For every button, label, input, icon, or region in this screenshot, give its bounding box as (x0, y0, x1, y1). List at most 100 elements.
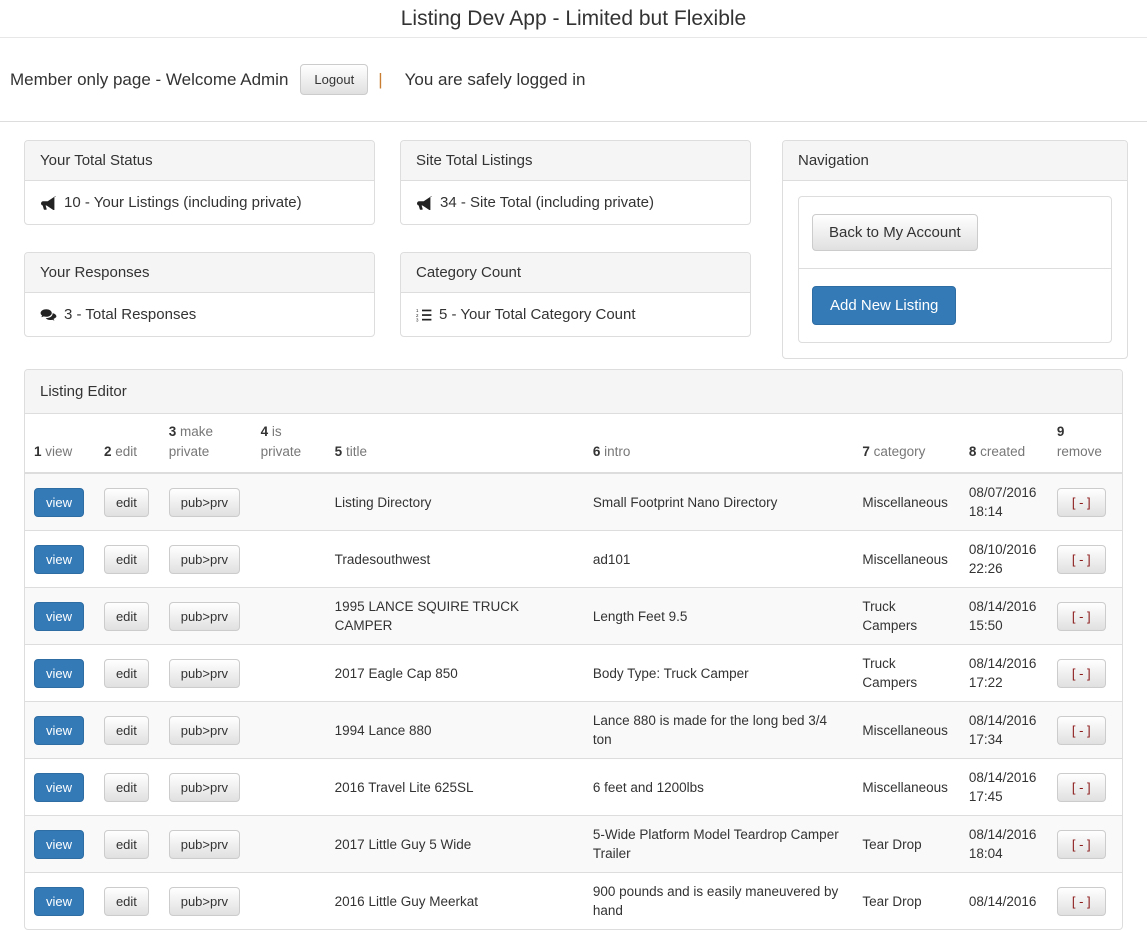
column-label: title (346, 444, 367, 459)
row-title: 2016 Travel Lite 625SL (326, 759, 584, 816)
separator: | (378, 70, 382, 90)
row-category: Miscellaneous (853, 702, 960, 759)
row-is-private (252, 588, 326, 645)
column-number: 9 (1057, 424, 1065, 439)
row-edit-button[interactable]: edit (104, 545, 149, 574)
column-header-view: 1 view (25, 414, 95, 473)
column-label: make private (169, 424, 213, 459)
row-edit-button[interactable]: edit (104, 887, 149, 916)
page-title-bar: Listing Dev App - Limited but Flexible (0, 0, 1147, 38)
card-your-total-status: Your Total Status 10 - Your Listings (in… (24, 140, 375, 225)
dashboard-cards: Your Total Status 10 - Your Listings (in… (24, 122, 1123, 364)
row-title: 2017 Eagle Cap 850 (326, 645, 584, 702)
row-view-button[interactable]: view (34, 887, 84, 916)
row-is-private (252, 702, 326, 759)
row-title: 2017 Little Guy 5 Wide (326, 816, 584, 873)
row-remove-button[interactable]: [ - ] (1057, 773, 1106, 802)
row-edit-button[interactable]: edit (104, 773, 149, 802)
login-status-text: You are safely logged in (405, 70, 586, 90)
row-edit-button[interactable]: edit (104, 659, 149, 688)
row-edit-button[interactable]: edit (104, 830, 149, 859)
row-view-button[interactable]: view (34, 773, 84, 802)
row-edit-button[interactable]: edit (104, 602, 149, 631)
row-make-private-button[interactable]: pub>prv (169, 773, 240, 802)
column-label: remove (1057, 444, 1102, 459)
row-intro: 5-Wide Platform Model Teardrop Camper Tr… (584, 816, 854, 873)
nav-section-account: Back to My Account (799, 197, 1111, 268)
back-to-my-account-button[interactable]: Back to My Account (812, 214, 978, 251)
row-title: 2016 Little Guy Meerkat (326, 873, 584, 930)
card-heading: Site Total Listings (401, 141, 750, 181)
row-is-private (252, 759, 326, 816)
row-make-private-button[interactable]: pub>prv (169, 659, 240, 688)
row-title: 1994 Lance 880 (326, 702, 584, 759)
row-make-private-button[interactable]: pub>prv (169, 602, 240, 631)
row-edit-button[interactable]: edit (104, 488, 149, 517)
row-remove-button[interactable]: [ - ] (1057, 659, 1106, 688)
row-remove-button[interactable]: [ - ] (1057, 716, 1106, 745)
column-label: category (874, 444, 926, 459)
column-label: intro (604, 444, 630, 459)
row-title: 1995 LANCE SQUIRE TRUCK CAMPER (326, 588, 584, 645)
row-created: 08/07/201618:14 (960, 473, 1048, 531)
row-remove-button[interactable]: [ - ] (1057, 602, 1106, 631)
column-header-make-private: 3 make private (160, 414, 252, 473)
navigation-heading: Navigation (783, 141, 1127, 181)
listing-table: 1 view 2 edit 3 make private 4 is privat… (25, 414, 1122, 929)
table-header-row: 1 view 2 edit 3 make private 4 is privat… (25, 414, 1122, 473)
table-row: view edit pub>prv 2016 Travel Lite 625SL6 f… (25, 759, 1122, 816)
listing-editor-heading: Listing Editor (25, 370, 1122, 414)
card-heading: Category Count (401, 253, 750, 293)
column-label: created (980, 444, 1025, 459)
row-category: Miscellaneous (853, 473, 960, 531)
add-new-listing-button[interactable]: Add New Listing (812, 286, 956, 325)
logout-button[interactable]: Logout (300, 64, 368, 95)
row-make-private-button[interactable]: pub>prv (169, 716, 240, 745)
listing-table-body: vieweditpub>prvListing DirectorySmall Fo… (25, 473, 1122, 929)
row-view-button[interactable]: view (34, 659, 84, 688)
row-category: Miscellaneous (853, 531, 960, 588)
row-view-button[interactable]: view (34, 545, 84, 574)
welcome-bar: Member only page - Welcome Admin Logout … (0, 38, 1147, 122)
navigation-panel: Navigation Back to My Account Add New Li… (782, 140, 1128, 359)
table-row: view edit pub>prv 1994 Lance 880Lance 880 i… (25, 702, 1122, 759)
row-remove-button[interactable]: [ - ] (1057, 887, 1106, 916)
row-remove-button[interactable]: [ - ] (1057, 830, 1106, 859)
row-created: 08/14/201618:04 (960, 816, 1048, 873)
row-created: 08/10/201622:26 (960, 531, 1048, 588)
welcome-text: Member only page - Welcome Admin (10, 70, 288, 90)
column-number: 1 (34, 444, 42, 459)
row-category: Tear Drop (853, 816, 960, 873)
row-title: Listing Directory (326, 473, 584, 531)
bullhorn-icon (416, 196, 433, 210)
card-value: 10 - Your Listings (including private) (64, 194, 302, 211)
comments-icon (40, 308, 57, 322)
row-make-private-button[interactable]: pub>prv (169, 887, 240, 916)
column-header-edit: 2 edit (95, 414, 160, 473)
row-make-private-button[interactable]: pub>prv (169, 545, 240, 574)
row-intro: Body Type: Truck Camper (584, 645, 854, 702)
row-view-button[interactable]: view (34, 830, 84, 859)
card-heading: Your Responses (25, 253, 374, 293)
row-intro: 6 feet and 1200lbs (584, 759, 854, 816)
row-is-private (252, 873, 326, 930)
row-edit-button[interactable]: edit (104, 716, 149, 745)
table-row: view edit pub>prv 2017 Little Guy 5 Wide5-W… (25, 816, 1122, 873)
column-number: 5 (335, 444, 343, 459)
row-view-button[interactable]: view (34, 488, 84, 517)
row-make-private-button[interactable]: pub>prv (169, 488, 240, 517)
nav-section-add: Add New Listing (799, 268, 1111, 342)
row-remove-button[interactable]: [ - ] (1057, 545, 1106, 574)
table-row: view edit pub>prv 2017 Eagle Cap 850Body Ty… (25, 645, 1122, 702)
row-created: 08/14/2016 (960, 873, 1048, 930)
bullhorn-icon (40, 196, 57, 210)
row-make-private-button[interactable]: pub>prv (169, 830, 240, 859)
card-site-total-listings: Site Total Listings 34 - Site Total (inc… (400, 140, 751, 225)
row-view-button[interactable]: view (34, 602, 84, 631)
row-view-button[interactable]: view (34, 716, 84, 745)
row-intro: Lance 880 is made for the long bed 3/4 t… (584, 702, 854, 759)
row-remove-button[interactable]: [ - ] (1057, 488, 1106, 517)
row-created: 08/14/201617:22 (960, 645, 1048, 702)
row-created: 08/14/201615:50 (960, 588, 1048, 645)
row-created: 08/14/201617:34 (960, 702, 1048, 759)
